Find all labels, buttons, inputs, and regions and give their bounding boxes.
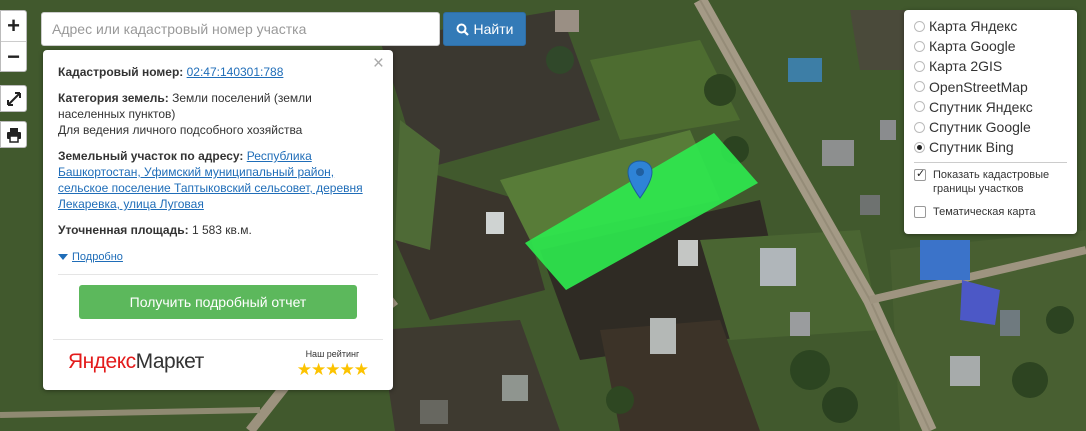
print-icon	[6, 127, 21, 143]
search-button-label: Найти	[473, 21, 514, 37]
caret-down-icon	[58, 254, 68, 260]
address-row: Земельный участок по адресу: Республика …	[58, 148, 378, 212]
address-label: Земельный участок по адресу:	[58, 149, 244, 163]
search-placeholder: Адрес или кадастровый номер участка	[52, 21, 307, 37]
layer-option-yandex-satellite[interactable]: Спутник Яндекс	[914, 97, 1067, 117]
plot-info-panel: × Кадастровый номер: 02:47:140301:788 Ка…	[43, 50, 393, 390]
details-link: Подробно	[72, 251, 123, 263]
rating-block: Наш рейтинг ★★★★★	[296, 346, 369, 379]
category-row: Категория земель: Земли поселений (земли…	[58, 90, 378, 138]
layer-option-openstreetmap[interactable]: OpenStreetMap	[914, 77, 1067, 97]
land-usage: Для ведения личного подсобного хозяйства	[58, 123, 303, 137]
print-button[interactable]	[0, 121, 27, 148]
close-icon[interactable]: ×	[373, 54, 384, 73]
yandex-market-logo: ЯндексМаркет	[68, 350, 204, 373]
search-input[interactable]: Адрес или кадастровый номер участка	[41, 12, 440, 46]
cadastral-row: Кадастровый номер: 02:47:140301:788	[58, 64, 378, 80]
category-label: Категория земель:	[58, 91, 169, 105]
checkbox[interactable]	[914, 206, 926, 219]
layer-option-google-map[interactable]: Карта Google	[914, 36, 1067, 56]
map-layers-panel: Карта Яндекс Карта Google Карта 2GIS Ope…	[904, 10, 1077, 234]
radio-button[interactable]	[914, 81, 925, 93]
get-report-button[interactable]: Получить подробный отчет	[79, 285, 357, 319]
radio-button[interactable]	[914, 40, 925, 52]
rating-stars-icon: ★★★★★	[296, 360, 369, 379]
cadastral-number-link[interactable]: 02:47:140301:788	[187, 65, 284, 79]
area-value: 1 583 кв.м.	[191, 223, 252, 237]
checkbox-checked[interactable]	[914, 167, 926, 182]
radio-button[interactable]	[914, 60, 925, 72]
radio-button-selected[interactable]	[914, 141, 925, 153]
zoom-controls: + −	[0, 10, 27, 72]
zoom-in-button[interactable]: +	[1, 11, 26, 41]
area-row: Уточненная площадь: 1 583 кв.м.	[58, 222, 378, 238]
fullscreen-icon	[6, 91, 21, 106]
details-toggle[interactable]: Подробно	[58, 249, 123, 265]
search-icon	[456, 23, 469, 36]
radio-button[interactable]	[914, 121, 925, 133]
cadastral-label: Кадастровый номер:	[58, 65, 184, 79]
area-label: Уточненная площадь:	[58, 223, 189, 237]
zoom-out-button[interactable]: −	[1, 41, 26, 71]
thematic-map-toggle[interactable]: Тематическая карта	[914, 205, 1067, 219]
search-button[interactable]: Найти	[443, 12, 526, 46]
yandex-market-banner[interactable]: ЯндексМаркет Наш рейтинг ★★★★★	[53, 339, 383, 384]
radio-button[interactable]	[914, 101, 925, 113]
fullscreen-button[interactable]	[0, 85, 27, 112]
layer-option-2gis-map[interactable]: Карта 2GIS	[914, 56, 1067, 76]
radio-button[interactable]	[914, 20, 925, 32]
layer-option-google-satellite[interactable]: Спутник Google	[914, 117, 1067, 137]
cadastral-borders-toggle[interactable]: Показать кадастровые границы участков	[914, 167, 1067, 196]
layer-option-bing-satellite[interactable]: Спутник Bing	[914, 137, 1067, 157]
layer-option-yandex-map[interactable]: Карта Яндекс	[914, 16, 1067, 36]
divider	[914, 162, 1067, 164]
divider	[58, 274, 378, 275]
